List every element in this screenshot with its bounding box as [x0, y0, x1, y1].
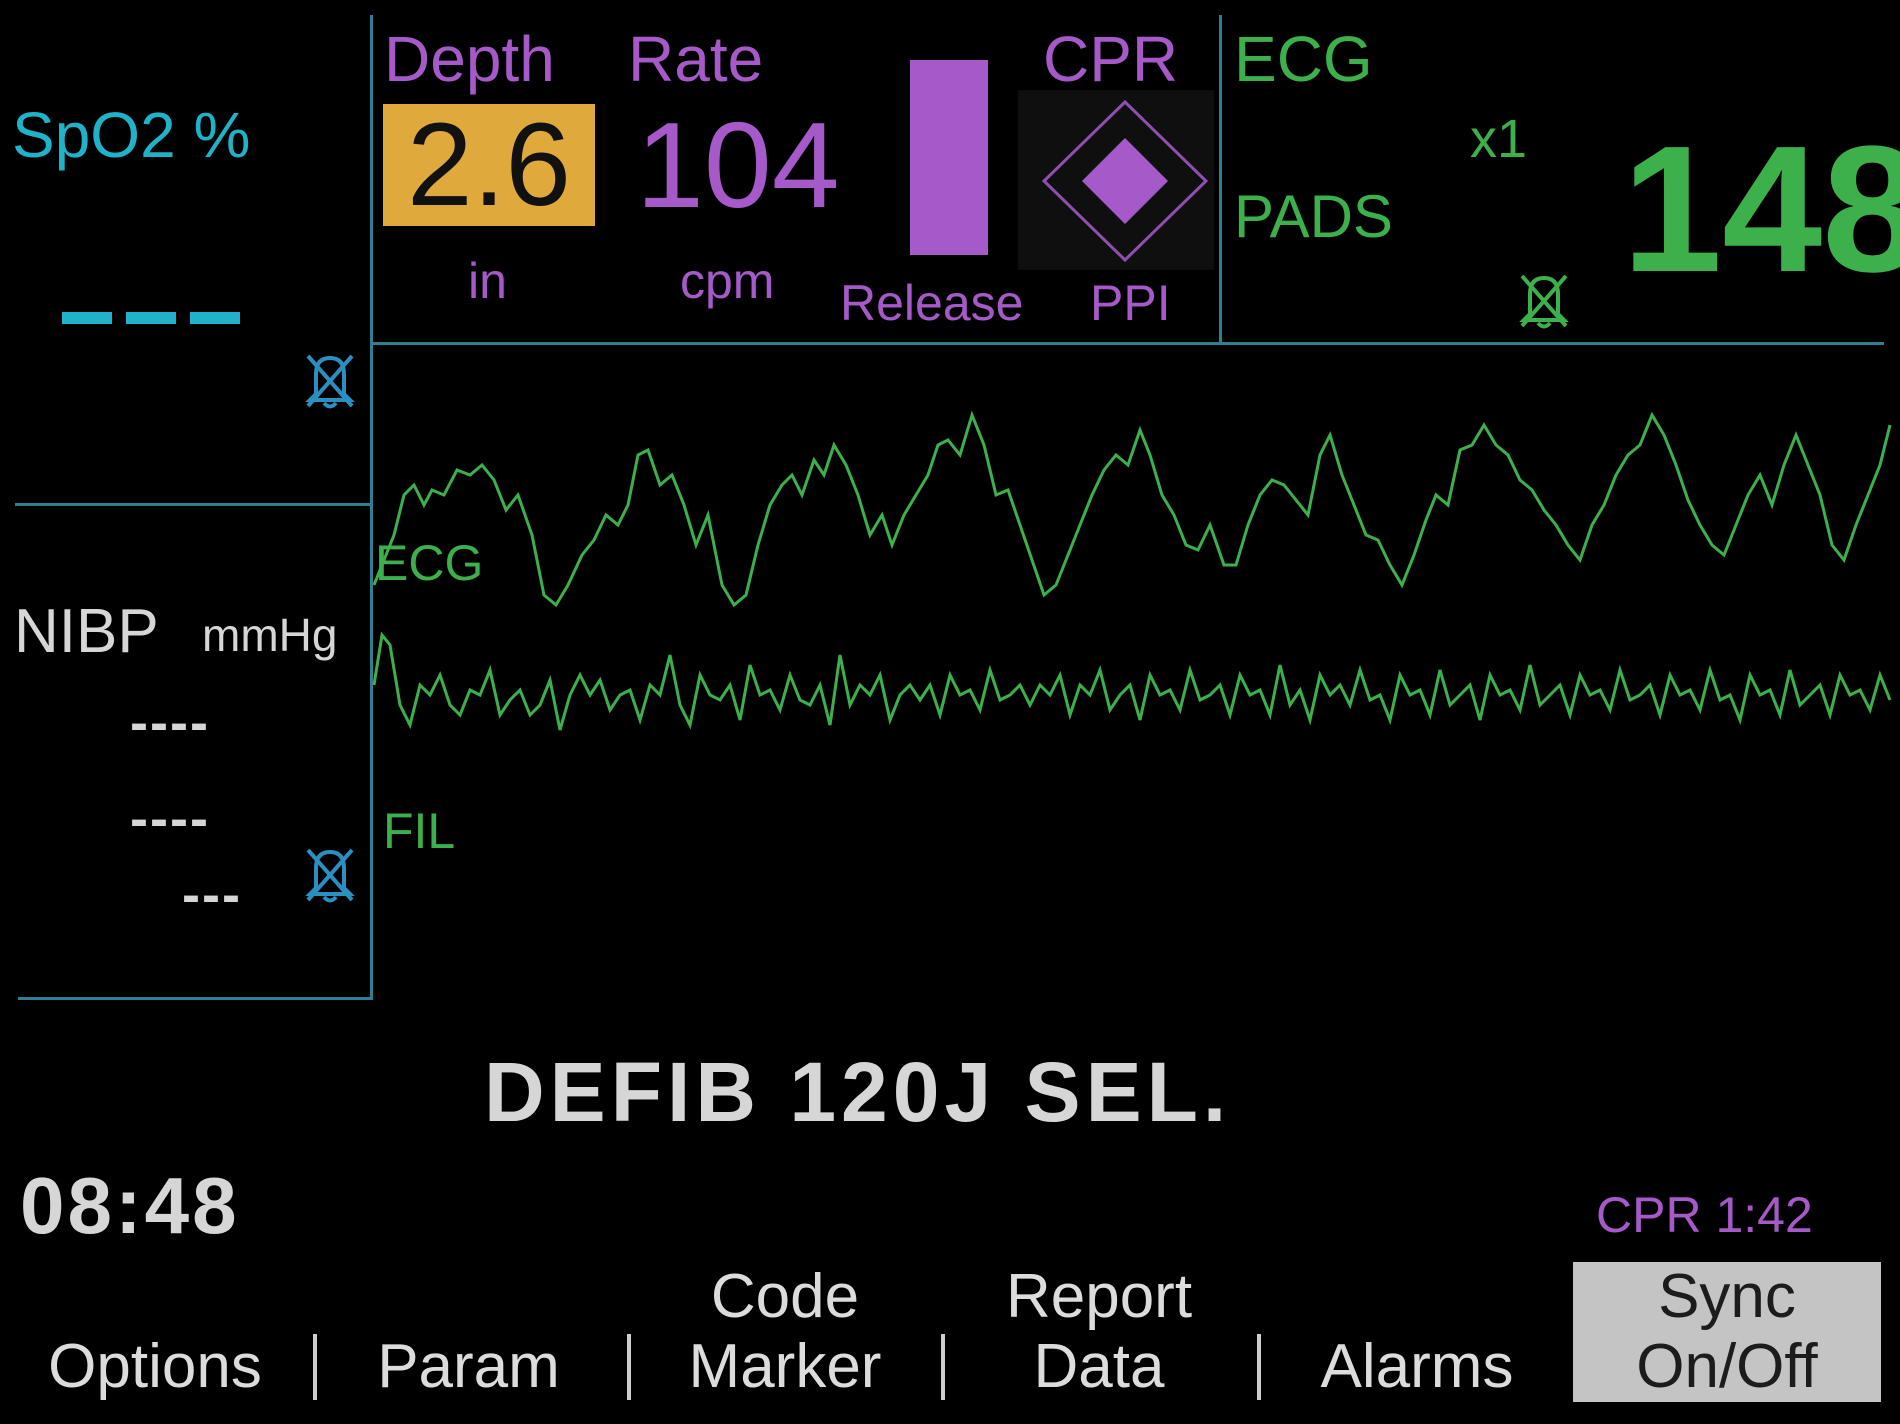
waveform-area [372, 410, 1892, 731]
spo2-value [62, 310, 240, 331]
spo2-label: SpO2 % [12, 99, 251, 171]
softkey-sync-line2: On/Off [1636, 1332, 1818, 1401]
softkey-alarms[interactable]: Alarms [1282, 1262, 1552, 1401]
depth-value: 2.6 [406, 99, 572, 231]
nibp-diastolic: ---- [130, 789, 210, 849]
rate-label: Rate [628, 23, 764, 95]
cpr-ecg-divider [1219, 15, 1222, 342]
softkey-options[interactable]: Options [20, 1262, 290, 1401]
softkey-options-line2: Options [48, 1332, 262, 1401]
ecg-lead: PADS [1234, 183, 1393, 250]
alarm-off-icon[interactable] [298, 348, 362, 410]
softkey-separator [627, 1334, 631, 1400]
softkey-report-data-line1: Report [1005, 1262, 1193, 1331]
softkey-alarms-line1 [1282, 1262, 1552, 1332]
cpr-label: CPR [1043, 23, 1179, 95]
softkey-sync[interactable]: Sync On/Off [1573, 1262, 1881, 1402]
fil-waveform-label: FIL [383, 803, 456, 859]
status-message: DEFIB 120J SEL. [484, 1045, 1232, 1139]
rate-unit: cpm [680, 253, 775, 309]
softkey-separator [1257, 1334, 1261, 1400]
softkey-separator [941, 1334, 945, 1400]
ppi-label: PPI [1090, 275, 1171, 331]
left-hdivider-spo2 [15, 503, 373, 506]
softkey-separator [313, 1334, 317, 1400]
softkey-alarms-line2: Alarms [1320, 1332, 1514, 1401]
clock: 08:48 [20, 1161, 240, 1250]
softkey-report-data-line2: Data [1033, 1332, 1165, 1401]
softkey-code-marker[interactable]: Code Marker [650, 1262, 920, 1401]
nibp-unit: mmHg [202, 609, 338, 661]
depth-label: Depth [384, 23, 555, 95]
softkey-code-marker-line2: Marker [688, 1332, 882, 1401]
diamond-icon [1040, 98, 1210, 269]
softkey-report-data[interactable]: Report Data [964, 1262, 1234, 1401]
softkey-sync-line1: Sync [1658, 1262, 1796, 1331]
softkey-param-line1 [336, 1262, 601, 1332]
heart-rate: 148 [1622, 109, 1900, 310]
nibp-mean: --- [182, 865, 242, 925]
alarm-off-icon[interactable] [298, 842, 362, 904]
rate-value: 104 [636, 97, 840, 233]
release-label: Release [840, 275, 1024, 331]
softkey-options-line1 [20, 1262, 290, 1332]
nibp-systolic: ---- [130, 693, 210, 753]
ecg-label: ECG [1234, 23, 1373, 95]
softkey-code-marker-line1: Code [710, 1262, 860, 1331]
fil-waveform [372, 631, 1892, 731]
alarm-off-icon[interactable] [1512, 268, 1576, 330]
cpr-timer: CPR 1:42 [1596, 1187, 1813, 1243]
ecg-waveform-label: ECG [375, 535, 484, 591]
softkey-param[interactable]: Param [336, 1262, 601, 1401]
nibp-label: NIBP [14, 597, 159, 666]
left-hdivider-nibp [18, 997, 373, 1000]
softkey-param-line2: Param [377, 1332, 560, 1401]
release-bar-track [910, 60, 988, 255]
depth-unit: in [468, 253, 507, 309]
ecg-gain: x1 [1470, 109, 1528, 169]
release-bar-fill [910, 60, 988, 255]
ecg-waveform [372, 410, 1892, 608]
